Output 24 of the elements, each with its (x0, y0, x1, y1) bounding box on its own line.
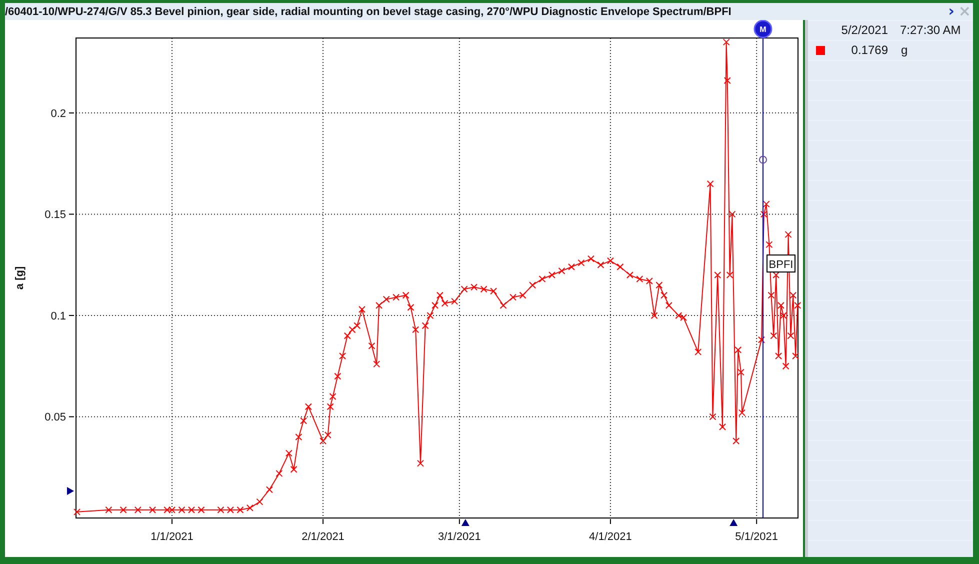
legend-unit: g (901, 43, 908, 57)
x-range-marker-icon[interactable] (730, 519, 738, 526)
y-tick-label: 0.15 (44, 209, 66, 222)
y-range-marker-icon[interactable] (67, 487, 74, 495)
cursor-handle[interactable]: M (754, 20, 772, 38)
y-tick-label: 0.05 (44, 412, 66, 424)
cursor-point (758, 156, 767, 164)
y-tick-label: 0.1 (50, 310, 66, 322)
x-tick-label: 1/1/2021 (150, 531, 194, 543)
cursor-line[interactable] (762, 36, 764, 518)
y-axis-label: a [g] (14, 266, 26, 290)
y-tick-label: 0.2 (50, 108, 66, 120)
x-tick-label: 3/1/2021 (438, 531, 481, 543)
series-label: BPFI (768, 259, 794, 271)
x-tick-label: 4/1/2021 (589, 531, 632, 543)
x-tick-label: 5/1/2021 (735, 531, 778, 543)
legend-date: 5/2/2021 (840, 23, 888, 37)
legend-value: 0.1769 (850, 43, 888, 57)
series-tooltip: BPFI (766, 254, 796, 272)
x-tick-label: 2/1/2021 (302, 531, 344, 543)
window-title: /60401-10/WPU-274/G/V 85.3 Bevel pinion, gear side, radial mounting on bevel stage casing, 270°/WPU Diagnostic Envelope Spectrum/BPFI (5, 6, 732, 18)
x-range-marker-icon[interactable] (461, 519, 470, 526)
legend-time: 7:27:30 AM (900, 23, 961, 37)
expand-button[interactable]: › (946, 4, 956, 19)
